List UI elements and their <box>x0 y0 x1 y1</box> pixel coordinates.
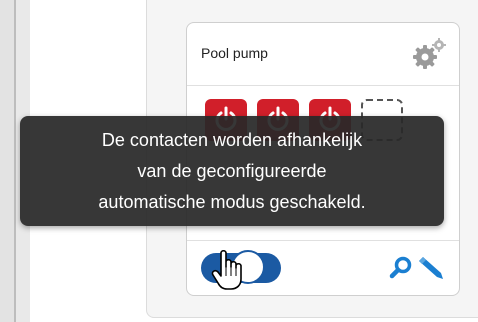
tooltip: De contacten worden afhankelijk van de g… <box>20 116 444 226</box>
hand-cursor-icon <box>211 249 247 291</box>
card-title: Pool pump <box>201 45 268 61</box>
card-footer <box>187 240 459 295</box>
gear-icon[interactable] <box>411 37 447 71</box>
edit-icon[interactable] <box>417 253 445 281</box>
tooltip-line-3: automatische modus geschakeld. <box>98 192 366 212</box>
tooltip-line-2: van de geconfigureerde <box>137 161 327 181</box>
search-icon[interactable] <box>389 255 413 279</box>
tooltip-line-1: De contacten worden afhankelijk <box>101 130 363 150</box>
left-divider <box>14 0 16 322</box>
card-header: Pool pump <box>187 23 459 86</box>
